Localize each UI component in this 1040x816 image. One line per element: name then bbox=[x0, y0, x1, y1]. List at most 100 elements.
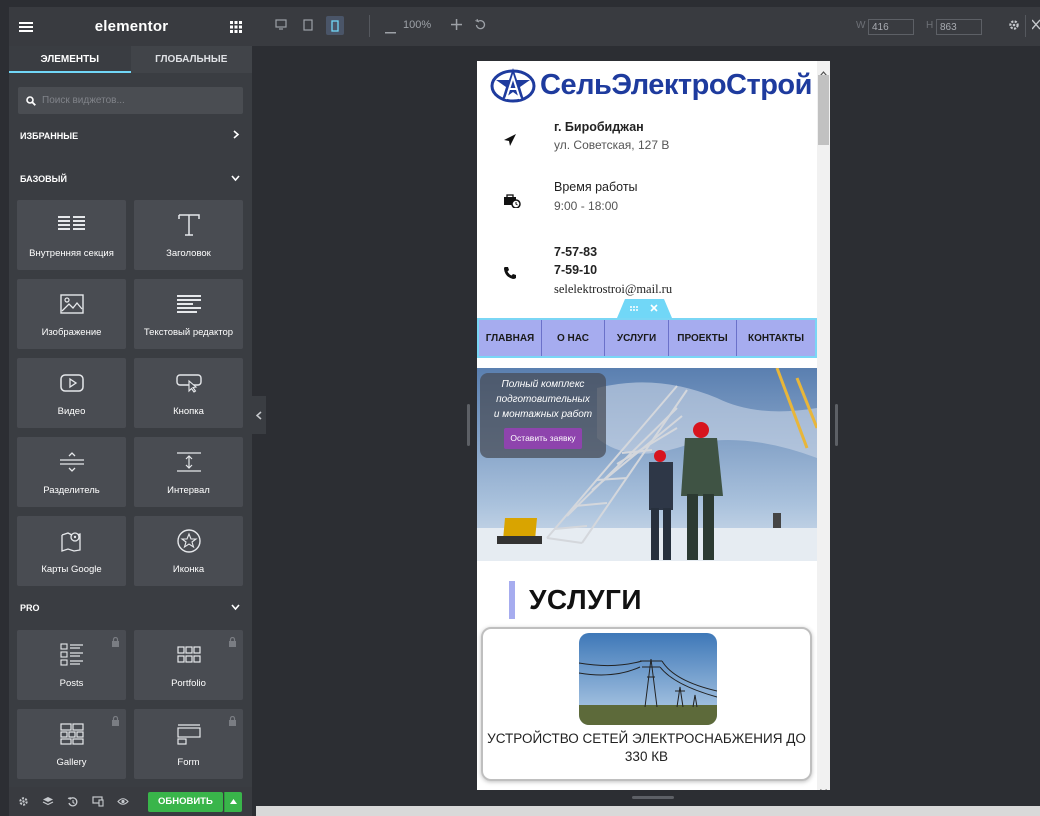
widget-form[interactable]: Form bbox=[134, 709, 243, 779]
location-arrow-icon bbox=[503, 133, 517, 152]
history-icon[interactable] bbox=[67, 796, 79, 808]
widget-label: Текстовый редактор bbox=[143, 327, 234, 338]
widget-heading[interactable]: Заголовок bbox=[134, 200, 243, 270]
caret-up-icon[interactable] bbox=[223, 791, 242, 812]
panel-tabs: ЭЛЕМЕНТЫ ГЛОБАЛЬНЫЕ bbox=[9, 46, 252, 73]
widget-search[interactable] bbox=[18, 87, 243, 114]
widget-portfolio[interactable]: Portfolio bbox=[134, 630, 243, 700]
elementor-panel: elementor ЭЛЕМЕНТЫ ГЛОБАЛЬНЫЕ ИЗБРАННЫЕ … bbox=[9, 7, 252, 816]
width-input[interactable] bbox=[868, 19, 914, 35]
tab-global[interactable]: ГЛОБАЛЬНЫЕ bbox=[131, 46, 253, 73]
widget-label: Иконка bbox=[172, 564, 205, 575]
contact-email[interactable]: selelektrostroi@mail.ru bbox=[554, 282, 672, 297]
lock-icon bbox=[228, 634, 237, 652]
address-title: г. Биробиджан bbox=[554, 120, 644, 134]
hero-banner: Полный комплекс подготовительных и монта… bbox=[477, 368, 817, 561]
zoom-in-icon[interactable] bbox=[451, 19, 462, 33]
desktop-icon[interactable] bbox=[275, 19, 287, 33]
resize-handle-left[interactable] bbox=[467, 404, 470, 446]
widget-label: Gallery bbox=[56, 757, 87, 768]
service-card-image bbox=[579, 633, 717, 725]
canvas-horizontal-scrollbar[interactable] bbox=[256, 806, 1040, 816]
resize-handle-bottom[interactable] bbox=[632, 796, 674, 799]
height-input[interactable] bbox=[936, 19, 982, 35]
lock-icon bbox=[111, 634, 120, 652]
button-icon bbox=[175, 370, 202, 396]
widget-google-maps[interactable]: Карты Google bbox=[17, 516, 126, 586]
widget-label: Posts bbox=[59, 678, 84, 689]
phone-1[interactable]: 7-57-83 bbox=[554, 245, 597, 259]
responsive-mode-icon[interactable] bbox=[92, 796, 104, 808]
hours-text: 9:00 - 18:00 bbox=[554, 199, 619, 213]
collapse-panel-toggle[interactable] bbox=[252, 396, 266, 434]
preview-scrollbar[interactable] bbox=[817, 61, 830, 790]
widget-gallery[interactable]: Gallery bbox=[17, 709, 126, 779]
contacts-block: 7-57-83 7-59-10 selelektrostroi@mail.ru bbox=[477, 244, 817, 299]
hero-line-1: Полный комплекс bbox=[501, 379, 585, 390]
menu-item-home[interactable]: ГЛАВНАЯ bbox=[479, 320, 542, 356]
widget-text-editor[interactable]: Текстовый редактор bbox=[134, 279, 243, 349]
basic-widgets-grid: Внутренняя секция Заголовок Изображение … bbox=[9, 200, 252, 586]
hero-line-2: подготовительных bbox=[496, 394, 590, 405]
portfolio-icon bbox=[176, 642, 201, 668]
section-edit-handle[interactable] bbox=[617, 299, 672, 318]
site-logo[interactable]: СельЭлектроСтрой bbox=[489, 65, 812, 105]
mobile-preview-frame[interactable]: СельЭлектроСтрой г. Биробиджан ул. Совет… bbox=[477, 61, 830, 790]
update-button[interactable]: ОБНОВИТЬ bbox=[148, 791, 223, 812]
menu-item-contacts[interactable]: КОНТАКТЫ bbox=[737, 320, 815, 356]
grid-apps-icon[interactable] bbox=[230, 20, 242, 33]
category-pro[interactable]: PRO bbox=[9, 599, 252, 617]
widget-label: Внутренняя секция bbox=[29, 248, 114, 259]
services-title-text: УСЛУГИ bbox=[529, 584, 643, 615]
preview-eye-icon[interactable] bbox=[117, 796, 129, 808]
form-icon bbox=[176, 721, 201, 747]
widget-spacer[interactable]: Интервал bbox=[134, 437, 243, 507]
widget-label: Интервал bbox=[167, 485, 210, 496]
search-input[interactable] bbox=[40, 94, 220, 107]
chevron-down-icon bbox=[231, 174, 240, 184]
hours-title: Время работы bbox=[554, 180, 638, 194]
mobile-icon[interactable] bbox=[326, 16, 344, 35]
scrollbar-thumb[interactable] bbox=[818, 75, 829, 145]
category-favorites[interactable]: ИЗБРАННЫЕ bbox=[9, 114, 252, 157]
image-icon bbox=[59, 291, 84, 317]
menu-item-services[interactable]: УСЛУГИ bbox=[605, 320, 669, 356]
services-heading: УСЛУГИ bbox=[509, 580, 642, 620]
video-icon bbox=[59, 370, 84, 396]
service-card[interactable]: УСТРОЙСТВО СЕТЕЙ ЭЛЕКТРОСНАБЖЕНИЯ ДО 330… bbox=[481, 627, 812, 781]
tablet-icon[interactable] bbox=[303, 19, 313, 34]
toolbar-divider bbox=[1025, 15, 1026, 37]
logo-emblem-icon bbox=[490, 68, 536, 103]
resize-handle-right[interactable] bbox=[835, 404, 838, 446]
category-basic[interactable]: БАЗОВЫЙ bbox=[9, 157, 252, 200]
search-icon bbox=[26, 95, 36, 106]
briefcase-clock-icon bbox=[503, 194, 521, 213]
settings-gear-icon[interactable] bbox=[17, 796, 29, 808]
menu-item-about[interactable]: О НАС bbox=[542, 320, 605, 356]
heading-accent-bar bbox=[509, 581, 515, 619]
phone-2[interactable]: 7-59-10 bbox=[554, 263, 597, 277]
menu-item-projects[interactable]: ПРОЕКТЫ bbox=[669, 320, 737, 356]
layers-icon[interactable] bbox=[42, 796, 54, 808]
scroll-down-icon[interactable] bbox=[820, 781, 827, 790]
chevron-right-icon bbox=[233, 130, 240, 141]
reset-zoom-icon[interactable] bbox=[475, 18, 486, 33]
request-button[interactable]: Оставить заявку bbox=[504, 428, 582, 449]
widget-posts[interactable]: Posts bbox=[17, 630, 126, 700]
zoom-out-icon[interactable] bbox=[385, 25, 396, 37]
pro-widgets-grid: Posts Portfolio Gallery Form bbox=[9, 630, 252, 779]
widget-icon[interactable]: Иконка bbox=[134, 516, 243, 586]
hamburger-menu-icon[interactable] bbox=[19, 21, 33, 33]
responsive-toolbar: 100% W H bbox=[252, 7, 1040, 46]
widget-button[interactable]: Кнопка bbox=[134, 358, 243, 428]
panel-header: elementor bbox=[9, 7, 252, 46]
widget-inner-section[interactable]: Внутренняя секция bbox=[17, 200, 126, 270]
hero-caption-box: Полный комплекс подготовительных и монта… bbox=[480, 373, 606, 458]
close-icon[interactable] bbox=[1031, 19, 1040, 33]
widget-divider[interactable]: Разделитель bbox=[17, 437, 126, 507]
widget-label: Form bbox=[177, 757, 200, 768]
settings-gear-icon[interactable] bbox=[1008, 19, 1020, 34]
widget-image[interactable]: Изображение bbox=[17, 279, 126, 349]
widget-video[interactable]: Видео bbox=[17, 358, 126, 428]
tab-elements[interactable]: ЭЛЕМЕНТЫ bbox=[9, 46, 131, 73]
